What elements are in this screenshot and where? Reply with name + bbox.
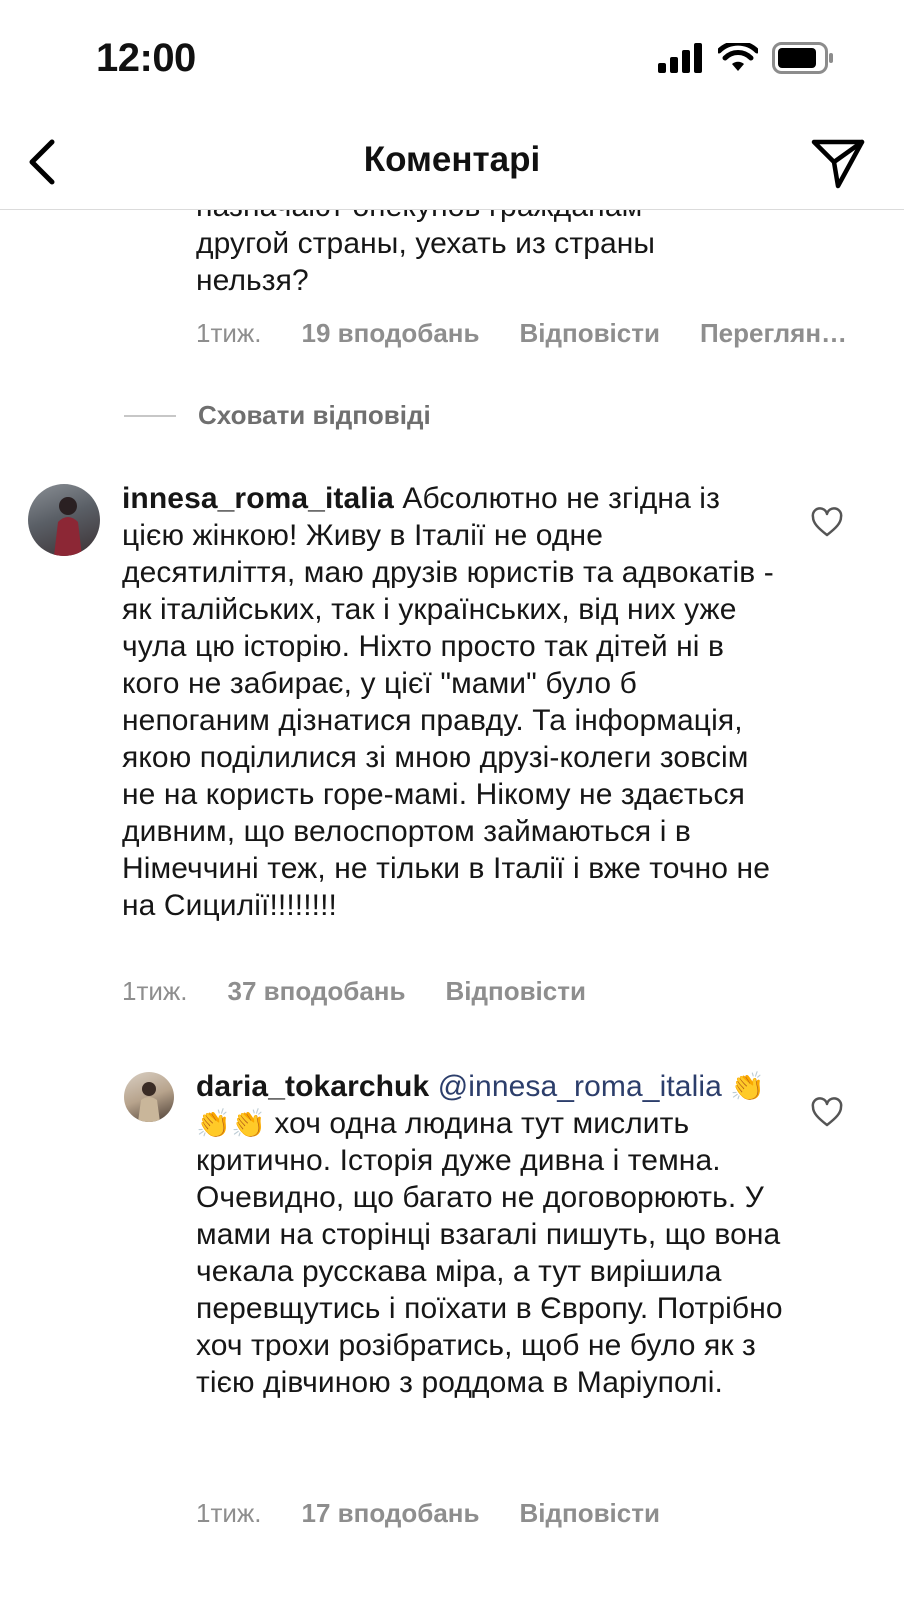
comment-body: хоч одна людина тут мислить критично. Іс…: [196, 1107, 783, 1399]
status-time: 12:00: [96, 36, 196, 80]
comment-time: 1тиж.: [196, 1498, 262, 1528]
comment-text: daria_tokarchuk @innesa_roma_italia 👏👏👏 …: [196, 1068, 796, 1401]
divider-line: [124, 414, 176, 417]
previous-comment-text: назначают опекунов гражданам другой стра…: [196, 210, 886, 299]
share-button[interactable]: [808, 132, 868, 192]
comment-time: 1тиж.: [196, 318, 262, 348]
comment-time: 1тиж.: [122, 976, 188, 1006]
paper-plane-icon: [811, 139, 865, 189]
mention-link[interactable]: @innesa_roma_italia: [438, 1070, 722, 1103]
page-title: Коментарі: [363, 140, 541, 179]
comment-meta: 1тиж. 37 вподобань Відповісти: [122, 976, 586, 1007]
avatar[interactable]: [28, 484, 100, 556]
previous-comment-line: другой страны, уехать из страны: [196, 227, 656, 260]
comment-text: innesa_roma_italia Абсолютно не згідна і…: [122, 480, 782, 924]
previous-comment-line: нельзя?: [196, 264, 309, 297]
reply-button[interactable]: Відповісти: [519, 318, 659, 349]
status-bar: 12:00: [0, 0, 904, 118]
heart-icon: [811, 507, 843, 537]
status-icons: [658, 40, 834, 80]
reply-button[interactable]: Відповісти: [519, 1498, 659, 1529]
like-button[interactable]: [810, 506, 844, 540]
likes-count[interactable]: 37 вподобань: [228, 976, 406, 1007]
comment-username[interactable]: innesa_roma_italia: [122, 482, 394, 515]
comment-meta: 1тиж. 17 вподобань Відповісти: [196, 1498, 660, 1529]
wifi-icon: [716, 40, 760, 78]
nav-bar: Коментарі: [0, 118, 904, 210]
avatar-image: [138, 1082, 160, 1122]
likes-count[interactable]: 19 вподобань: [302, 318, 480, 349]
avatar-image: [54, 497, 82, 556]
hide-replies-label: Сховати відповіді: [198, 400, 431, 430]
comment-body: Абсолютно не згідна із цією жінкою! Живу…: [122, 482, 774, 922]
heart-icon: [811, 1097, 843, 1127]
comments-list[interactable]: назначают опекунов гражданам другой стра…: [0, 210, 904, 1600]
battery-icon: [772, 41, 834, 79]
like-button[interactable]: [810, 1096, 844, 1130]
previous-comment-line: назначают опекунов гражданам: [196, 210, 886, 225]
signal-icon: [658, 42, 704, 78]
hide-replies-button[interactable]: Сховати відповіді: [124, 400, 431, 431]
see-translation-button[interactable]: Переглянути переклад: [700, 318, 860, 349]
comment-username[interactable]: daria_tokarchuk: [196, 1070, 429, 1103]
likes-count[interactable]: 17 вподобань: [302, 1498, 480, 1529]
reply-button[interactable]: Відповісти: [445, 976, 585, 1007]
previous-comment-meta: 1тиж. 19 вподобань Відповісти Переглянут…: [196, 318, 876, 349]
avatar[interactable]: [124, 1072, 174, 1122]
